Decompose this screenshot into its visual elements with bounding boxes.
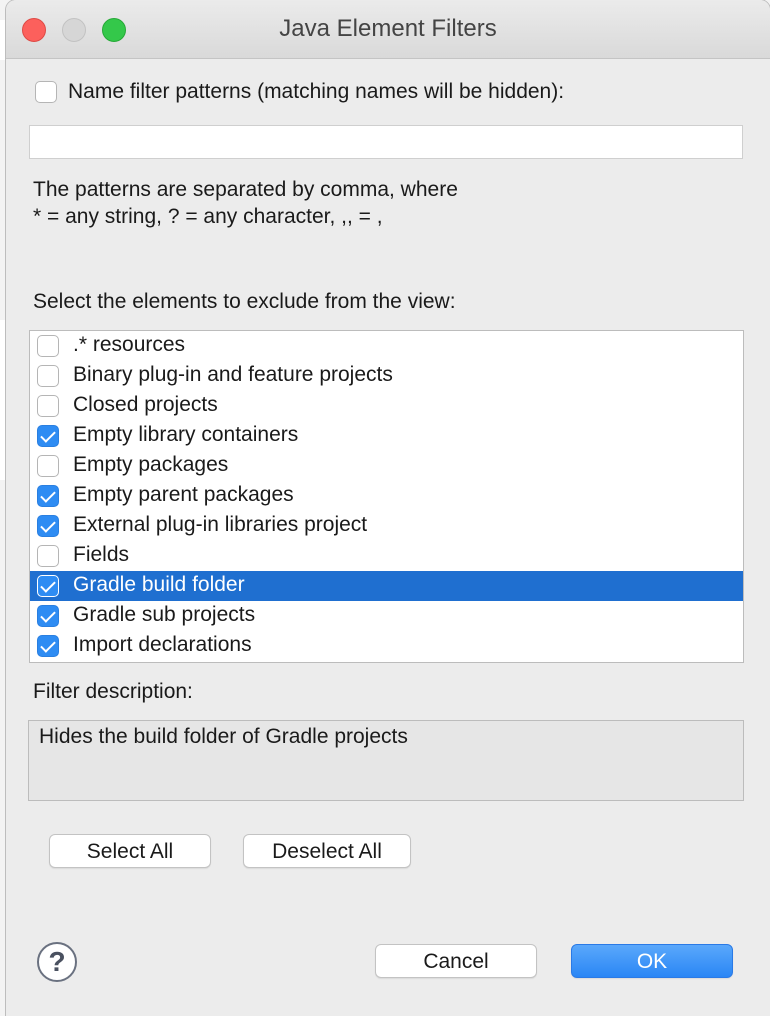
list-item-label: Binary plug-in and feature projects (73, 363, 393, 386)
dialog-content: Name filter patterns (matching names wil… (6, 59, 770, 1016)
list-item-label: External plug-in libraries project (73, 513, 368, 536)
list-item-checkbox[interactable] (37, 545, 59, 567)
filter-description-box: Hides the build folder of Gradle project… (28, 720, 744, 801)
list-item-label: Empty library containers (73, 423, 299, 446)
window-title: Java Element Filters (279, 15, 497, 42)
list-item-label: .* resources (73, 333, 186, 356)
list-item[interactable]: Gradle build folder (30, 571, 743, 601)
list-item-checkbox[interactable] (37, 635, 59, 657)
list-item[interactable]: Import declarations (30, 631, 743, 661)
pattern-hint-line1: The patterns are separated by comma, whe… (33, 178, 458, 201)
list-item-checkbox[interactable] (37, 575, 59, 597)
exclude-elements-label: Select the elements to exclude from the … (33, 290, 456, 313)
list-item-checkbox[interactable] (37, 485, 59, 507)
title-bar[interactable]: Java Element Filters (6, 0, 770, 59)
list-item[interactable]: Closed projects (30, 391, 743, 421)
list-item-label: Empty packages (73, 453, 229, 476)
list-item[interactable]: Fields (30, 541, 743, 571)
list-item[interactable]: Binary plug-in and feature projects (30, 361, 743, 391)
list-item-checkbox[interactable] (37, 425, 59, 447)
list-item[interactable]: Empty parent packages (30, 481, 743, 511)
filter-description-text: Hides the build folder of Gradle project… (39, 725, 408, 748)
list-item[interactable]: External plug-in libraries project (30, 511, 743, 541)
help-glyph: ? (48, 946, 66, 977)
cancel-button[interactable]: Cancel (375, 944, 537, 978)
list-item-checkbox[interactable] (37, 455, 59, 477)
name-filter-label: Name filter patterns (matching names wil… (68, 80, 565, 103)
list-item[interactable]: .* resources (30, 331, 743, 361)
filter-description-label: Filter description: (33, 680, 193, 703)
select-all-button[interactable]: Select All (49, 834, 211, 868)
deselect-all-button[interactable]: Deselect All (243, 834, 411, 868)
name-filter-checkbox[interactable] (35, 81, 57, 103)
name-filter-input[interactable] (29, 125, 743, 159)
list-item-label: Fields (73, 543, 130, 566)
list-item[interactable]: Empty packages (30, 451, 743, 481)
dialog-window: Java Element Filters Name filter pattern… (6, 0, 770, 1016)
help-icon[interactable]: ? (37, 942, 77, 982)
list-item[interactable]: Gradle sub projects (30, 601, 743, 631)
list-item-checkbox[interactable] (37, 605, 59, 627)
list-item-checkbox[interactable] (37, 395, 59, 417)
list-item-label: Import declarations (73, 633, 252, 656)
ok-button[interactable]: OK (571, 944, 733, 978)
list-item-checkbox[interactable] (37, 335, 59, 357)
list-item-label: Closed projects (73, 393, 218, 416)
element-filter-list[interactable]: .* resources Binary plug-in and feature p… (29, 330, 744, 663)
list-item-label: Gradle sub projects (73, 603, 256, 626)
list-item-checkbox[interactable] (37, 365, 59, 387)
list-item-label: Gradle build folder (73, 573, 245, 596)
list-item[interactable]: Empty library containers (30, 421, 743, 451)
list-item-checkbox[interactable] (37, 515, 59, 537)
list-item-label: Empty parent packages (73, 483, 294, 506)
pattern-hint-line2: * = any string, ? = any character, ,, = … (33, 205, 383, 228)
